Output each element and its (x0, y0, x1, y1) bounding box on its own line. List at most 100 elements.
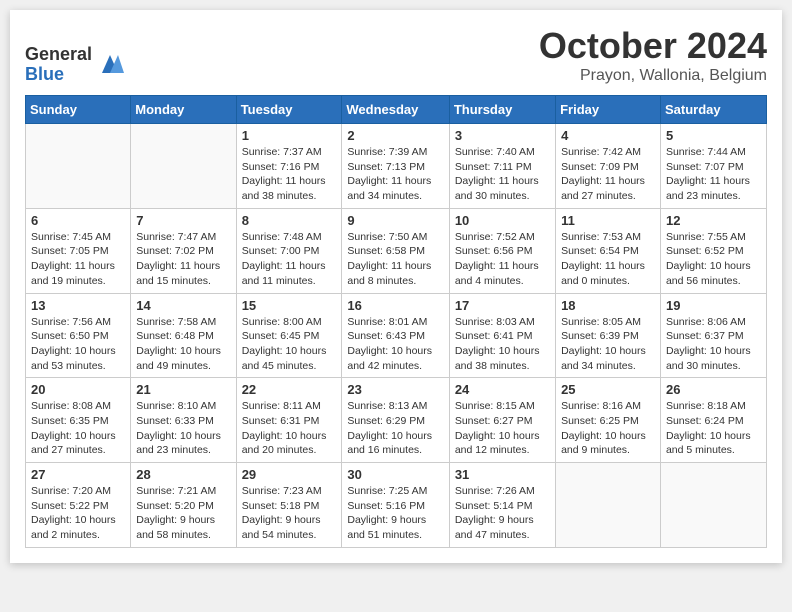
day-number: 5 (666, 128, 761, 143)
day-number: 14 (136, 298, 230, 313)
day-number: 8 (242, 213, 337, 228)
day-number: 10 (455, 213, 550, 228)
table-row: 11 Sunrise: 7:53 AM Sunset: 6:54 PM Dayli… (556, 208, 661, 293)
table-row (660, 463, 766, 548)
day-info: Sunrise: 7:53 AM Sunset: 6:54 PM Dayligh… (561, 230, 655, 289)
day-number: 28 (136, 467, 230, 482)
day-number: 21 (136, 382, 230, 397)
day-info: Sunrise: 8:01 AM Sunset: 6:43 PM Dayligh… (347, 315, 443, 374)
day-number: 19 (666, 298, 761, 313)
day-info: Sunrise: 8:15 AM Sunset: 6:27 PM Dayligh… (455, 399, 550, 458)
day-info: Sunrise: 8:06 AM Sunset: 6:37 PM Dayligh… (666, 315, 761, 374)
day-info: Sunrise: 7:40 AM Sunset: 7:11 PM Dayligh… (455, 145, 550, 204)
day-info: Sunrise: 7:56 AM Sunset: 6:50 PM Dayligh… (31, 315, 125, 374)
day-info: Sunrise: 7:23 AM Sunset: 5:18 PM Dayligh… (242, 484, 337, 543)
table-row (556, 463, 661, 548)
table-row: 18 Sunrise: 8:05 AM Sunset: 6:39 PM Dayli… (556, 293, 661, 378)
day-info: Sunrise: 8:03 AM Sunset: 6:41 PM Dayligh… (455, 315, 550, 374)
header-tuesday: Tuesday (236, 96, 342, 124)
day-info: Sunrise: 7:37 AM Sunset: 7:16 PM Dayligh… (242, 145, 337, 204)
day-info: Sunrise: 7:20 AM Sunset: 5:22 PM Dayligh… (31, 484, 125, 543)
table-row: 8 Sunrise: 7:48 AM Sunset: 7:00 PM Daylig… (236, 208, 342, 293)
table-row: 14 Sunrise: 7:58 AM Sunset: 6:48 PM Dayli… (131, 293, 236, 378)
day-number: 18 (561, 298, 655, 313)
day-info: Sunrise: 7:44 AM Sunset: 7:07 PM Dayligh… (666, 145, 761, 204)
day-info: Sunrise: 7:25 AM Sunset: 5:16 PM Dayligh… (347, 484, 443, 543)
calendar-week-row: 1 Sunrise: 7:37 AM Sunset: 7:16 PM Daylig… (26, 124, 767, 209)
day-info: Sunrise: 7:58 AM Sunset: 6:48 PM Dayligh… (136, 315, 230, 374)
table-row: 16 Sunrise: 8:01 AM Sunset: 6:43 PM Dayli… (342, 293, 449, 378)
table-row: 15Sunrise: 8:00 AM Sunset: 6:45 PM Dayli… (236, 293, 342, 378)
day-info: Sunrise: 7:45 AM Sunset: 7:05 PM Dayligh… (31, 230, 125, 289)
day-info: Sunrise: 7:48 AM Sunset: 7:00 PM Dayligh… (242, 230, 337, 289)
header-wednesday: Wednesday (342, 96, 449, 124)
day-info: Sunrise: 8:16 AM Sunset: 6:25 PM Dayligh… (561, 399, 655, 458)
day-info: Sunrise: 7:42 AM Sunset: 7:09 PM Dayligh… (561, 145, 655, 204)
calendar-week-row: 13Sunrise: 7:56 AM Sunset: 6:50 PM Dayli… (26, 293, 767, 378)
table-row: 6Sunrise: 7:45 AM Sunset: 7:05 PM Daylig… (26, 208, 131, 293)
header-friday: Friday (556, 96, 661, 124)
day-info: Sunrise: 7:39 AM Sunset: 7:13 PM Dayligh… (347, 145, 443, 204)
day-number: 2 (347, 128, 443, 143)
calendar-week-row: 27 Sunrise: 7:20 AM Sunset: 5:22 PM Dayli… (26, 463, 767, 548)
day-number: 11 (561, 213, 655, 228)
day-number: 16 (347, 298, 443, 313)
table-row: 26Sunrise: 8:18 AM Sunset: 6:24 PM Dayli… (660, 378, 766, 463)
table-row: 22 Sunrise: 8:11 AM Sunset: 6:31 PM Dayli… (236, 378, 342, 463)
day-info: Sunrise: 7:55 AM Sunset: 6:52 PM Dayligh… (666, 230, 761, 289)
day-info: Sunrise: 7:21 AM Sunset: 5:20 PM Dayligh… (136, 484, 230, 543)
table-row: 2 Sunrise: 7:39 AM Sunset: 7:13 PM Daylig… (342, 124, 449, 209)
day-info: Sunrise: 7:52 AM Sunset: 6:56 PM Dayligh… (455, 230, 550, 289)
calendar-week-row: 20Sunrise: 8:08 AM Sunset: 6:35 PM Dayli… (26, 378, 767, 463)
calendar-container: General Blue October 2024 Prayon, Wallon… (10, 10, 782, 563)
day-info: Sunrise: 8:08 AM Sunset: 6:35 PM Dayligh… (31, 399, 125, 458)
day-number: 31 (455, 467, 550, 482)
table-row: 24 Sunrise: 8:15 AM Sunset: 6:27 PM Dayli… (449, 378, 555, 463)
logo-icon (96, 51, 124, 79)
table-row: 19 Sunrise: 8:06 AM Sunset: 6:37 PM Dayli… (660, 293, 766, 378)
day-number: 27 (31, 467, 125, 482)
day-number: 26 (666, 382, 761, 397)
day-info: Sunrise: 7:50 AM Sunset: 6:58 PM Dayligh… (347, 230, 443, 289)
table-row (131, 124, 236, 209)
table-row: 30 Sunrise: 7:25 AM Sunset: 5:16 PM Dayli… (342, 463, 449, 548)
logo: General Blue (25, 45, 124, 85)
day-info: Sunrise: 8:11 AM Sunset: 6:31 PM Dayligh… (242, 399, 337, 458)
header: General Blue October 2024 Prayon, Wallon… (25, 25, 767, 85)
table-row: 29 Sunrise: 7:23 AM Sunset: 5:18 PM Dayli… (236, 463, 342, 548)
table-row: 3 Sunrise: 7:40 AM Sunset: 7:11 PM Daylig… (449, 124, 555, 209)
table-row: 5 Sunrise: 7:44 AM Sunset: 7:07 PM Daylig… (660, 124, 766, 209)
day-number: 4 (561, 128, 655, 143)
day-info: Sunrise: 7:26 AM Sunset: 5:14 PM Dayligh… (455, 484, 550, 543)
table-row: 4 Sunrise: 7:42 AM Sunset: 7:09 PM Daylig… (556, 124, 661, 209)
logo-general-text: General (25, 45, 92, 65)
header-saturday: Saturday (660, 96, 766, 124)
header-thursday: Thursday (449, 96, 555, 124)
day-info: Sunrise: 7:47 AM Sunset: 7:02 PM Dayligh… (136, 230, 230, 289)
day-number: 25 (561, 382, 655, 397)
location-title: Prayon, Wallonia, Belgium (539, 67, 767, 85)
header-sunday: Sunday (26, 96, 131, 124)
day-info: Sunrise: 8:13 AM Sunset: 6:29 PM Dayligh… (347, 399, 443, 458)
day-number: 30 (347, 467, 443, 482)
day-number: 29 (242, 467, 337, 482)
table-row: 17 Sunrise: 8:03 AM Sunset: 6:41 PM Dayli… (449, 293, 555, 378)
day-number: 3 (455, 128, 550, 143)
day-info: Sunrise: 8:00 AM Sunset: 6:45 PM Dayligh… (242, 315, 337, 374)
table-row: 20Sunrise: 8:08 AM Sunset: 6:35 PM Dayli… (26, 378, 131, 463)
table-row: 21Sunrise: 8:10 AM Sunset: 6:33 PM Dayli… (131, 378, 236, 463)
table-row (26, 124, 131, 209)
day-number: 1 (242, 128, 337, 143)
table-row: 13Sunrise: 7:56 AM Sunset: 6:50 PM Dayli… (26, 293, 131, 378)
table-row: 9Sunrise: 7:50 AM Sunset: 6:58 PM Daylig… (342, 208, 449, 293)
day-number: 22 (242, 382, 337, 397)
day-info: Sunrise: 8:05 AM Sunset: 6:39 PM Dayligh… (561, 315, 655, 374)
day-number: 23 (347, 382, 443, 397)
day-number: 17 (455, 298, 550, 313)
day-number: 24 (455, 382, 550, 397)
logo-blue-text: Blue (25, 65, 92, 85)
calendar-week-row: 6Sunrise: 7:45 AM Sunset: 7:05 PM Daylig… (26, 208, 767, 293)
table-row: 12Sunrise: 7:55 AM Sunset: 6:52 PM Dayli… (660, 208, 766, 293)
table-row: 28 Sunrise: 7:21 AM Sunset: 5:20 PM Dayli… (131, 463, 236, 548)
table-row: 25 Sunrise: 8:16 AM Sunset: 6:25 PM Dayli… (556, 378, 661, 463)
